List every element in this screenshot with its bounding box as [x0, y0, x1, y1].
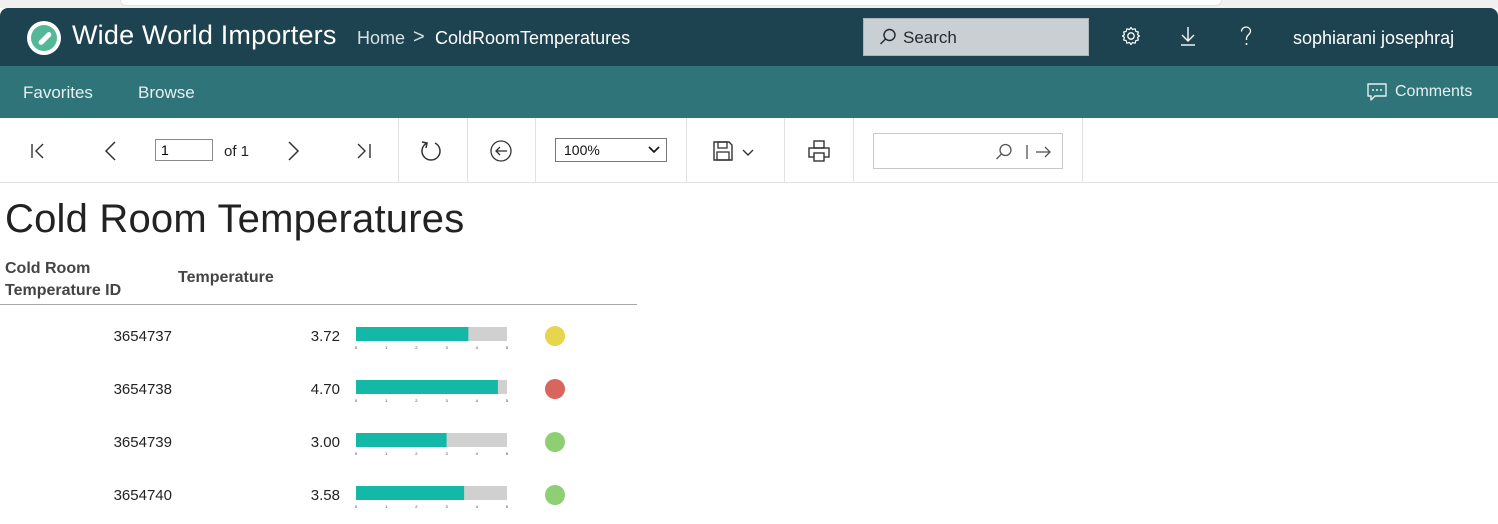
- download-icon[interactable]: [1176, 24, 1200, 48]
- save-icon[interactable]: [712, 140, 734, 162]
- previous-page-icon[interactable]: [100, 140, 122, 162]
- gauge-tick-label: 5: [506, 398, 509, 403]
- search-input[interactable]: Search: [863, 18, 1089, 56]
- cell-temperature: 3.58: [310, 487, 340, 504]
- comment-icon: [1367, 83, 1387, 101]
- gauge-tick-label: 1: [385, 345, 388, 350]
- gauge-tick-label: 0: [355, 504, 358, 509]
- help-icon[interactable]: [1234, 24, 1258, 48]
- table-row: 3654737 3.72 0 1 2 3 4 5: [0, 324, 637, 364]
- gauge-tick-label: 3: [445, 345, 448, 350]
- app-title[interactable]: Wide World Importers: [72, 20, 337, 51]
- status-indicator: [545, 379, 565, 399]
- status-indicator: [545, 432, 565, 452]
- temperature-gauge: 0 1 2 3 4 5: [355, 380, 509, 403]
- comments-label: Comments: [1395, 83, 1473, 100]
- gauge-tick-label: 4: [476, 451, 479, 456]
- breadcrumb-home[interactable]: Home: [357, 28, 405, 49]
- gauge-tick-label: 1: [385, 504, 388, 509]
- gear-icon[interactable]: [1119, 24, 1143, 48]
- next-page-icon[interactable]: [282, 140, 304, 162]
- cell-temperature: 4.70: [310, 381, 340, 398]
- user-name[interactable]: sophiarani josephraj: [1293, 28, 1454, 49]
- browser-address-edge: [120, 0, 1222, 6]
- cell-id: 3654740: [113, 487, 172, 504]
- gauge-tick-label: 0: [355, 398, 358, 403]
- gauge-tick-label: 0: [355, 345, 358, 350]
- first-page-icon[interactable]: [28, 140, 50, 162]
- find-next-icon[interactable]: [1034, 143, 1054, 161]
- nav-favorites[interactable]: Favorites: [23, 83, 93, 103]
- nav-bar: Favorites Browse Comments: [0, 66, 1498, 118]
- gauge-tick-label: 2: [415, 504, 418, 509]
- back-icon[interactable]: [489, 139, 513, 163]
- cell-id: 3654739: [113, 434, 172, 451]
- gauge-tick-label: 2: [415, 398, 418, 403]
- gauge-bar: [356, 380, 498, 394]
- temperature-gauge: 0 1 2 3 4 5: [355, 327, 509, 350]
- page-count-label: of 1: [224, 143, 250, 160]
- refresh-icon[interactable]: [419, 139, 443, 163]
- gauge-tick-label: 0: [355, 451, 358, 456]
- search-label: Search: [903, 28, 957, 47]
- app-header: Wide World Importers Home > ColdRoomTemp…: [0, 8, 1498, 66]
- status-indicator: [545, 485, 565, 505]
- gauge-tick-label: 1: [385, 451, 388, 456]
- gauge-tick-label: 4: [476, 504, 479, 509]
- page-number-input[interactable]: [155, 139, 213, 161]
- chevron-down-icon: [648, 146, 660, 154]
- cell-temperature: 3.00: [310, 434, 340, 451]
- gauge-tick-label: 2: [415, 451, 418, 456]
- gauge-tick-label: 3: [445, 398, 448, 403]
- nav-browse[interactable]: Browse: [138, 83, 195, 103]
- temperature-gauge: 0 1 2 3 4 5: [355, 486, 509, 509]
- zoom-value: 100%: [564, 142, 600, 158]
- toolbar-divider: [1082, 118, 1083, 182]
- table-row: 3654740 3.58 0 1 2 3 4 5: [0, 483, 637, 523]
- table-row: 3654739 3.00 0 1 2 3 4 5: [0, 430, 637, 470]
- compass-icon[interactable]: [27, 21, 61, 55]
- gauge-tick-label: 5: [506, 345, 509, 350]
- chevron-down-icon[interactable]: [741, 146, 755, 160]
- status-indicator: [545, 326, 565, 346]
- gauge-bar: [356, 486, 465, 500]
- report-toolbar: of 1 100%: [0, 118, 1498, 183]
- find-input[interactable]: [873, 133, 1063, 169]
- gauge-tick-label: 5: [506, 504, 509, 509]
- gauge-tick-label: 3: [445, 504, 448, 509]
- report-title: Cold Room Temperatures: [5, 197, 465, 241]
- gauge-bar: [356, 433, 447, 447]
- find-icon[interactable]: [994, 142, 1014, 162]
- column-header-id: Cold Room Temperature ID: [5, 260, 122, 299]
- gauge-tick-label: 1: [385, 398, 388, 403]
- toolbar-divider: [686, 118, 687, 182]
- temperature-gauge: 0 1 2 3 4 5: [355, 433, 509, 456]
- gauge-tick-label: 2: [415, 345, 418, 350]
- cell-id: 3654738: [113, 381, 172, 398]
- breadcrumb-separator: >: [413, 26, 425, 48]
- breadcrumb-current: ColdRoomTemperatures: [435, 28, 631, 48]
- header-rule: [0, 304, 637, 305]
- toolbar-divider: [784, 118, 785, 182]
- toolbar-divider: [398, 118, 399, 182]
- gauge-tick-label: 4: [476, 345, 479, 350]
- gauge-tick-label: 3: [445, 451, 448, 456]
- cell-temperature: 3.72: [310, 328, 340, 345]
- cell-id: 3654737: [113, 328, 172, 345]
- last-page-icon[interactable]: [352, 140, 374, 162]
- toolbar-divider: [535, 118, 536, 182]
- column-header-temperature: Temperature: [178, 269, 274, 286]
- browser-top-strip: [0, 0, 1498, 8]
- gauge-bar: [356, 327, 469, 341]
- toolbar-divider: [467, 118, 468, 182]
- toolbar-divider: [853, 118, 854, 182]
- find-divider-icon: [1026, 145, 1028, 159]
- gauge-tick-label: 4: [476, 398, 479, 403]
- zoom-select[interactable]: 100%: [555, 138, 667, 162]
- print-icon[interactable]: [807, 139, 831, 163]
- search-icon: [880, 28, 896, 45]
- table-row: 3654738 4.70 0 1 2 3 4 5: [0, 377, 637, 417]
- gauge-tick-label: 5: [506, 451, 509, 456]
